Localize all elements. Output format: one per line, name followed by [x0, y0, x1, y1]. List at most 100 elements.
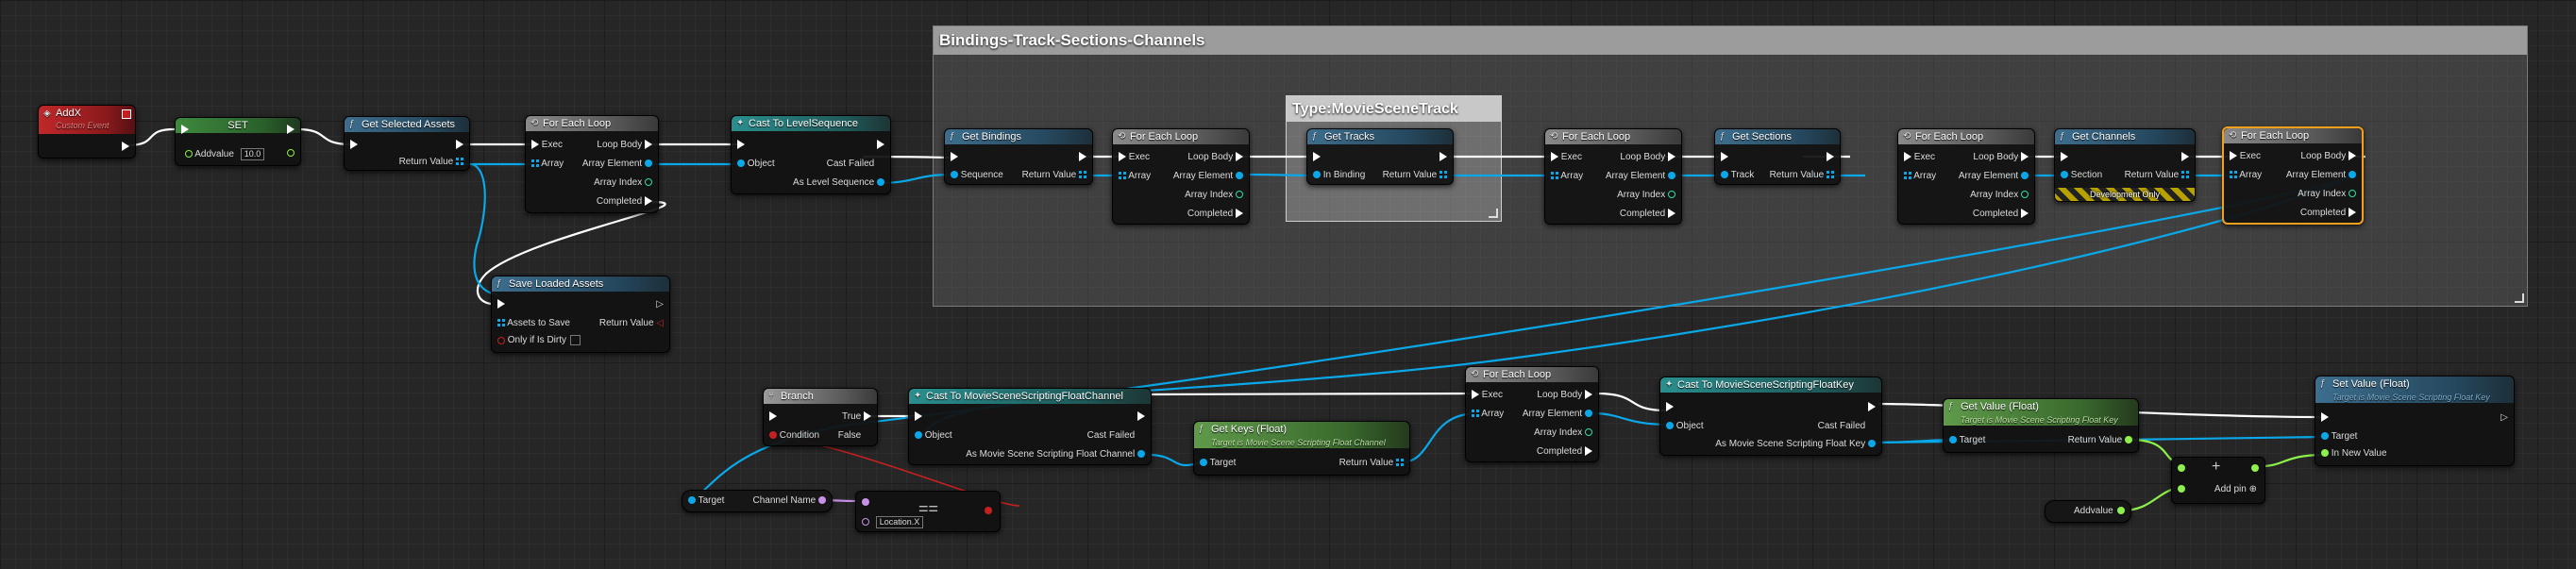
for-each-loop-node[interactable]: ⟲ For Each Loop Exec Array Loop Body Arra…: [1544, 128, 1682, 225]
exec-in-pin[interactable]: [1313, 152, 1321, 163]
bool-out-pin[interactable]: [985, 506, 992, 517]
array-element-pin[interactable]: Array Element: [1523, 409, 1592, 420]
get-bindings-node[interactable]: ƒ Get Bindings Sequence Return Value: [944, 128, 1093, 185]
for-each-loop-node[interactable]: ⟲ For Each Loop Exec Array Loop Body Arra…: [525, 115, 659, 213]
exec-in-pin[interactable]: [2061, 152, 2068, 163]
object-in-pin[interactable]: Object: [915, 430, 952, 442]
array-index-pin[interactable]: Array Index: [1970, 190, 2029, 201]
equals-node[interactable]: Location.X ==: [855, 491, 1001, 532]
exec-in-pin[interactable]: Exec: [1551, 152, 1582, 163]
return-value-pin[interactable]: Return Value: [1383, 170, 1447, 181]
exec-out-pin[interactable]: [456, 140, 463, 151]
completed-pin[interactable]: Completed: [1187, 209, 1243, 220]
get-keys-float-node[interactable]: ƒ Get Keys (Float) Target is Movie Scene …: [1193, 421, 1410, 476]
b-pin[interactable]: Location.X: [862, 516, 924, 528]
completed-pin[interactable]: Completed: [1973, 209, 2029, 220]
set-value-float-node[interactable]: ƒ Set Value (Float) Target is Movie Scene…: [2315, 376, 2515, 466]
return-value-pin[interactable]: Return Value: [2125, 170, 2189, 181]
target-pin[interactable]: Target: [1200, 458, 1236, 469]
array-index-pin[interactable]: Array Index: [594, 177, 652, 189]
completed-pin[interactable]: Completed: [597, 196, 652, 208]
get-selected-assets-node[interactable]: ƒ Get Selected Assets Return Value: [344, 116, 470, 171]
array-element-pin[interactable]: Array Element: [1606, 171, 1675, 182]
exec-in-pin[interactable]: Exec: [2230, 151, 2261, 162]
exec-in-pin[interactable]: [1721, 152, 1728, 163]
exec-out-pin[interactable]: [1137, 411, 1145, 423]
loop-body-pin[interactable]: Loop Body: [1620, 152, 1675, 163]
exec-in-pin[interactable]: [1666, 402, 1674, 413]
add-pin-button[interactable]: Add pin ⊕: [2214, 484, 2257, 495]
in-binding-pin[interactable]: In Binding: [1313, 170, 1365, 181]
exec-in-pin[interactable]: [951, 152, 958, 163]
cast-failed-pin[interactable]: Cast Failed: [1818, 421, 1876, 432]
array-index-pin[interactable]: Array Index: [1534, 427, 1592, 439]
false-pin[interactable]: False: [838, 430, 871, 442]
object-in-pin[interactable]: Object: [1666, 421, 1704, 432]
return-value-pin[interactable]: Return Value: [1022, 170, 1086, 181]
get-value-float-node[interactable]: ƒ Get Value (Float) Target is Movie Scene…: [1943, 398, 2139, 453]
float-out-pin[interactable]: [2117, 506, 2125, 517]
array-in-pin[interactable]: Array: [2230, 170, 2262, 181]
float-out-pin[interactable]: [2251, 463, 2259, 475]
assets-to-save-pin[interactable]: Assets to Save: [497, 318, 570, 329]
exec-out-pin[interactable]: [1440, 152, 1447, 163]
exec-in-pin[interactable]: [769, 411, 777, 423]
float-out-pin[interactable]: [287, 148, 295, 159]
name-value-field[interactable]: Location.X: [875, 516, 924, 528]
branch-node[interactable]: ⑂ Branch Condition True False: [763, 388, 878, 446]
array-in-pin[interactable]: Array: [1904, 171, 1936, 182]
exec-in-pin[interactable]: [737, 140, 745, 151]
exec-in-pin[interactable]: [181, 125, 189, 136]
array-index-pin[interactable]: Array Index: [1617, 190, 1675, 201]
array-element-pin[interactable]: Array Element: [2286, 170, 2356, 181]
target-pin[interactable]: Target: [1949, 435, 1985, 446]
target-pin[interactable]: Target: [2321, 431, 2357, 443]
for-each-loop-node[interactable]: ⟲ For Each Loop Exec Array Loop Body Arra…: [1897, 128, 2035, 225]
save-loaded-assets-node[interactable]: ƒ Save Loaded Assets ▷ Assets to Save Ret…: [491, 276, 670, 353]
set-variable-node[interactable]: SET Addvalue 10.0: [175, 117, 301, 166]
true-pin[interactable]: True: [842, 411, 871, 423]
exec-out-pin[interactable]: [122, 142, 129, 153]
custom-event-node[interactable]: ◈ AddX Custom Event: [38, 105, 136, 159]
cast-to-float-key-node[interactable]: ✦ Cast To MovieSceneScriptingFloatKey Obj…: [1659, 377, 1882, 456]
loop-body-pin[interactable]: Loop Body: [1537, 390, 1592, 401]
delegate-pin[interactable]: [122, 109, 131, 119]
exec-out-pin[interactable]: [1827, 152, 1834, 163]
get-channel-name-node[interactable]: Target Channel Name: [682, 490, 833, 512]
array-index-pin[interactable]: Array Index: [2298, 189, 2356, 200]
return-value-pin[interactable]: Return Value: [1339, 458, 1404, 469]
array-element-pin[interactable]: Array Element: [1173, 171, 1243, 182]
for-each-loop-node-selected[interactable]: ⟲ For Each Loop Exec Array Loop Body Arra…: [2222, 126, 2364, 225]
exec-in-pin[interactable]: Exec: [531, 140, 563, 151]
loop-body-pin[interactable]: Loop Body: [1973, 152, 2029, 163]
resize-handle[interactable]: [1489, 209, 1498, 218]
as-float-key-pin[interactable]: As Movie Scene Scripting Float Key: [1715, 439, 1876, 450]
for-each-loop-node[interactable]: ⟲ For Each Loop Exec Array Loop Body Arra…: [1465, 366, 1599, 462]
section-pin[interactable]: Section: [2061, 170, 2102, 181]
exec-in-pin[interactable]: [497, 299, 505, 310]
only-if-dirty-checkbox[interactable]: [570, 335, 581, 345]
completed-pin[interactable]: Completed: [1620, 209, 1675, 220]
addvalue-input-pin[interactable]: Addvalue 10.0: [185, 148, 265, 160]
array-in-pin[interactable]: Array: [1551, 171, 1583, 182]
array-element-pin[interactable]: Array Element: [1959, 171, 2029, 182]
array-in-pin[interactable]: Array: [1119, 171, 1151, 182]
addvalue-field[interactable]: 10.0: [240, 148, 265, 160]
cast-failed-pin[interactable]: Cast Failed: [1087, 430, 1145, 442]
addvalue-getter-node[interactable]: Addvalue: [2045, 500, 2131, 523]
exec-out-pin[interactable]: [287, 125, 295, 136]
loop-body-pin[interactable]: Loop Body: [2300, 151, 2356, 162]
only-if-dirty-pin[interactable]: Only if Is Dirty: [497, 335, 581, 346]
object-in-pin[interactable]: Object: [737, 159, 775, 170]
exec-in-pin[interactable]: [350, 140, 358, 151]
return-value-pin[interactable]: Return Value: [2068, 435, 2132, 446]
exec-out-pin[interactable]: ▷: [656, 299, 664, 310]
completed-pin[interactable]: Completed: [1537, 446, 1592, 458]
exec-out-pin[interactable]: [1079, 152, 1086, 163]
exec-in-pin[interactable]: Exec: [1119, 152, 1150, 163]
target-pin[interactable]: Target: [688, 495, 724, 507]
condition-pin[interactable]: Condition: [769, 430, 819, 442]
return-value-pin[interactable]: Return Value ◁: [599, 318, 664, 329]
return-value-pin[interactable]: Return Value: [399, 157, 463, 168]
array-in-pin[interactable]: Array: [1472, 409, 1504, 420]
